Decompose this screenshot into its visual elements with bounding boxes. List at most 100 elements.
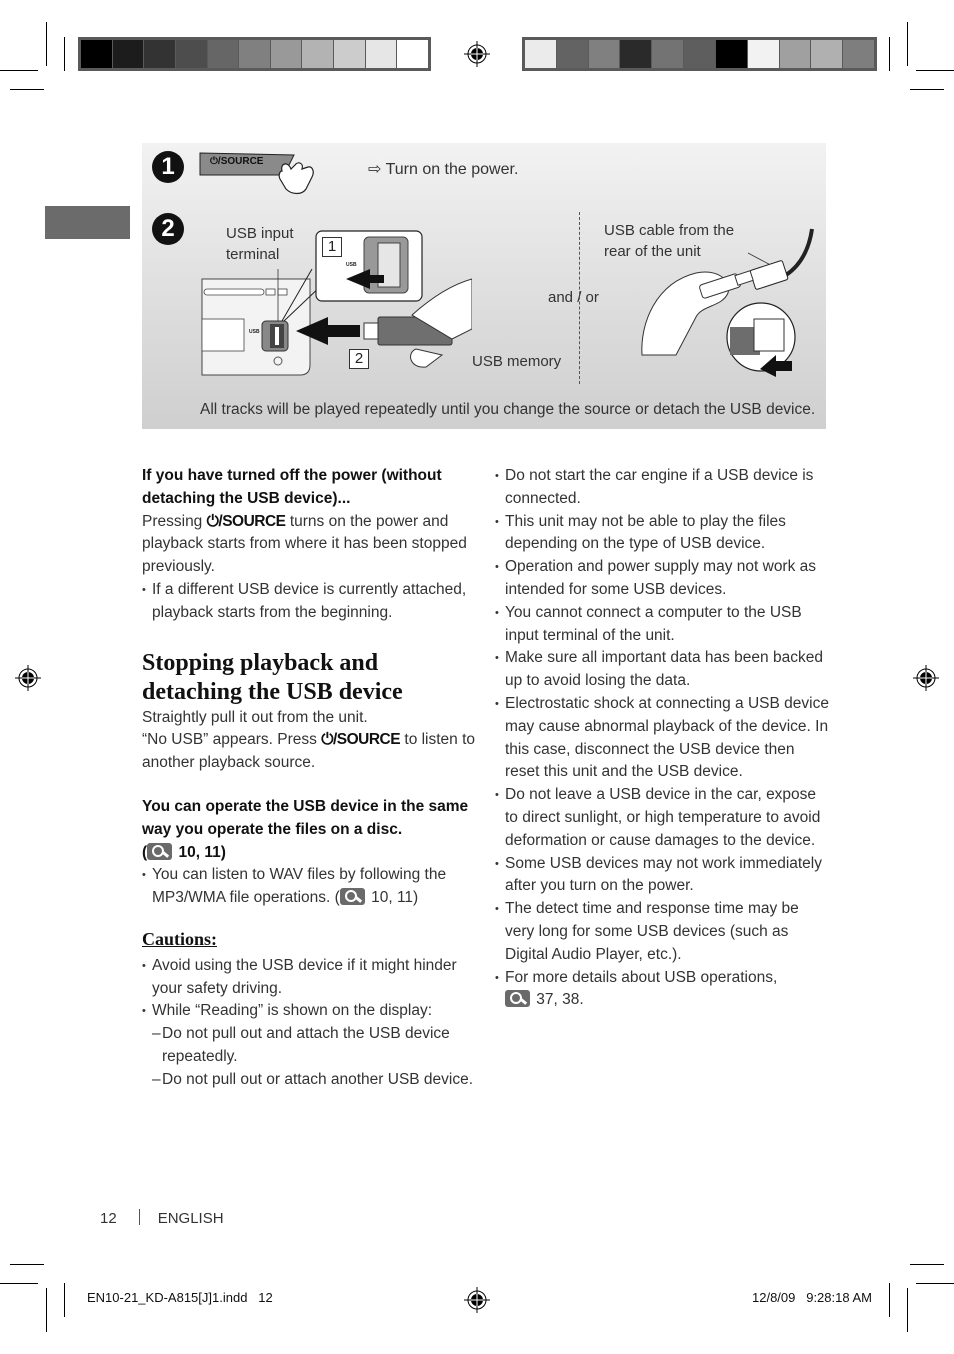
crop-mark bbox=[0, 1283, 38, 1284]
color-swatch bbox=[843, 40, 874, 68]
left-column: If you have turned off the power (withou… bbox=[142, 465, 477, 1092]
crop-mark bbox=[64, 1283, 65, 1317]
color-swatch bbox=[747, 40, 780, 68]
reading-subitem: – Do not pull out and attach the USB devi… bbox=[142, 1023, 477, 1069]
sub-step-1-badge: 1 bbox=[322, 237, 342, 257]
caution-item: Avoid using the USB device if it might h… bbox=[142, 955, 477, 1001]
right-column: Do not start the car engine if a USB dev… bbox=[495, 465, 830, 1012]
stopping-line-2-pre: “No USB” appears. Press bbox=[142, 731, 322, 749]
color-swatch bbox=[175, 40, 208, 68]
color-calibration-bar-right bbox=[522, 37, 877, 71]
ref-pages: 10, 11) bbox=[174, 843, 226, 861]
crop-mark bbox=[916, 1283, 954, 1284]
crop-mark bbox=[10, 89, 44, 90]
note-item: Operation and power supply may not work … bbox=[495, 556, 830, 602]
color-swatch bbox=[207, 40, 240, 68]
and-or-label: and / or bbox=[548, 289, 599, 306]
registration-mark-icon bbox=[15, 665, 41, 691]
color-calibration-bar-left bbox=[78, 37, 431, 71]
note-item: Some USB devices may not work immediatel… bbox=[495, 853, 830, 899]
power-off-text-pre: Pressing bbox=[142, 512, 207, 530]
page-footer: 12 ENGLISH bbox=[100, 1209, 224, 1227]
color-swatch bbox=[684, 40, 716, 68]
color-swatch bbox=[556, 40, 589, 68]
slug-date: 12/8/09 9:28:18 AM bbox=[752, 1290, 872, 1305]
language-label: ENGLISH bbox=[157, 1210, 224, 1227]
figure-caption: All tracks will be played repeatedly unt… bbox=[200, 401, 816, 418]
page-number: 12 bbox=[100, 1210, 117, 1227]
step-1-badge: 1 bbox=[152, 151, 184, 183]
crop-mark bbox=[916, 70, 954, 71]
slug-file: EN10-21_KD-A815[J]1.indd 12 bbox=[87, 1290, 273, 1305]
registration-mark-icon bbox=[464, 1287, 490, 1313]
operate-reference: ( 10, 11) bbox=[142, 842, 477, 865]
turn-on-instruction: ⇨ Turn on the power. bbox=[368, 161, 519, 178]
svg-text:USB: USB bbox=[249, 329, 260, 335]
power-off-bullet: If a different USB device is currently a… bbox=[142, 579, 477, 625]
svg-text:USB: USB bbox=[346, 262, 357, 268]
color-swatch bbox=[270, 40, 303, 68]
power-off-text: Pressing ⏻/SOURCE turns on the power and… bbox=[142, 511, 477, 579]
rear-usb-cable-illustration bbox=[641, 228, 814, 377]
stopping-line-1: Straightly pull it out from the unit. bbox=[142, 708, 368, 726]
cautions-heading: Cautions: bbox=[142, 928, 218, 949]
usb-connection-figure: 1 ⏻/SOURCE ⇨ Turn on the power. 2 USB in… bbox=[142, 143, 826, 429]
color-swatch bbox=[588, 40, 621, 68]
note-item: You cannot connect a computer to the USB… bbox=[495, 602, 830, 648]
color-swatch bbox=[811, 40, 844, 68]
stopping-heading: Stopping playback and detaching the USB … bbox=[142, 649, 403, 705]
crop-mark bbox=[889, 37, 890, 71]
reading-subitem-text: Do not pull out or attach another USB de… bbox=[162, 1070, 474, 1088]
usb-memory-label: USB memory bbox=[472, 353, 562, 370]
power-off-heading: If you have turned off the power (withou… bbox=[142, 467, 442, 507]
color-swatch bbox=[302, 40, 335, 68]
source-button-ref: ⏻/SOURCE bbox=[321, 731, 401, 749]
page-reference-icon bbox=[147, 842, 173, 860]
color-swatch bbox=[334, 40, 366, 68]
color-swatch bbox=[620, 40, 653, 68]
sub-step-2-badge: 2 bbox=[349, 349, 369, 369]
color-swatch bbox=[397, 40, 429, 68]
reading-subitem-text: Do not pull out and attach the USB devic… bbox=[162, 1025, 450, 1065]
page-reference-icon bbox=[505, 990, 530, 1008]
crop-mark bbox=[0, 70, 38, 71]
color-swatch bbox=[239, 40, 271, 68]
registration-mark-icon bbox=[913, 665, 939, 691]
color-swatch bbox=[112, 40, 145, 68]
dash-mark: – bbox=[152, 1070, 161, 1088]
note-item: Make sure all important data has been ba… bbox=[495, 647, 830, 693]
more-details-text: For more details about USB operations, bbox=[505, 968, 778, 986]
color-swatch bbox=[144, 40, 176, 68]
crop-mark bbox=[46, 22, 47, 66]
more-details-pages: 37, 38. bbox=[532, 991, 584, 1009]
crop-mark bbox=[907, 22, 908, 66]
operate-heading: You can operate the USB device in the sa… bbox=[142, 797, 469, 838]
footer-divider bbox=[138, 1209, 140, 1225]
dash-mark: – bbox=[152, 1025, 161, 1043]
note-item: The detect time and response time may be… bbox=[495, 898, 830, 966]
section-side-tab bbox=[45, 206, 130, 239]
crop-mark bbox=[10, 1264, 44, 1265]
wav-bullet: You can listen to WAV files by following… bbox=[142, 864, 477, 910]
note-item: For more details about USB operations, 3… bbox=[495, 967, 830, 1013]
crop-mark bbox=[889, 1283, 890, 1317]
source-button-ref: ⏻/SOURCE bbox=[206, 512, 286, 530]
color-swatch bbox=[81, 40, 113, 68]
step-2-badge: 2 bbox=[152, 213, 184, 245]
color-swatch bbox=[715, 40, 748, 68]
crop-mark bbox=[910, 89, 944, 90]
color-swatch bbox=[652, 40, 685, 68]
color-swatch bbox=[365, 40, 398, 68]
dashed-separator bbox=[579, 212, 580, 384]
wav-bullet-pages: 10, 11) bbox=[366, 889, 419, 907]
color-swatch bbox=[779, 40, 812, 68]
reading-subitem: – Do not pull out or attach another USB d… bbox=[142, 1069, 477, 1092]
color-swatch bbox=[525, 40, 557, 68]
note-item: Electrostatic shock at connecting a USB … bbox=[495, 693, 830, 784]
registration-mark-icon bbox=[464, 41, 490, 67]
note-item: Do not leave a USB device in the car, ex… bbox=[495, 784, 830, 852]
crop-mark bbox=[46, 1288, 47, 1332]
crop-mark bbox=[907, 1288, 908, 1332]
page-reference-icon bbox=[339, 888, 365, 906]
note-item: Do not start the car engine if a USB dev… bbox=[495, 465, 830, 511]
